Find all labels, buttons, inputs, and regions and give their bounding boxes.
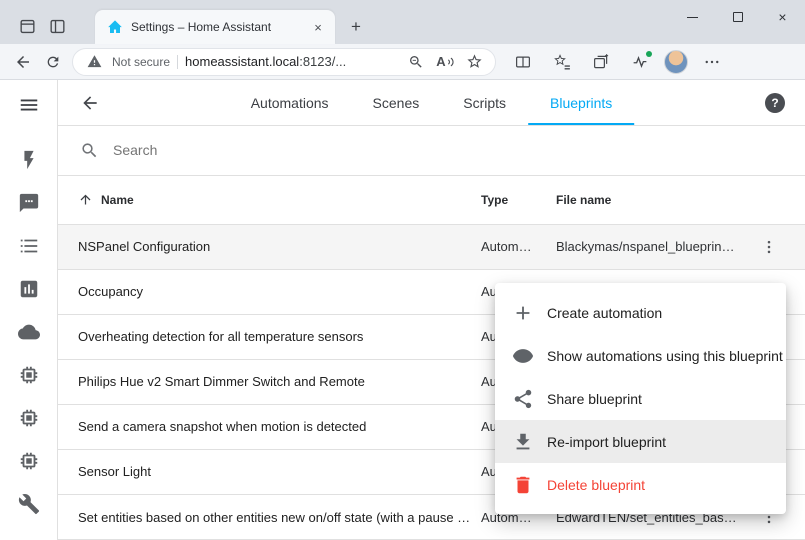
minimize-icon (687, 17, 698, 18)
sidebar-item-hub-2[interactable] (17, 406, 41, 430)
menu-item-delete-blueprint[interactable]: Delete blueprint (495, 463, 786, 506)
ha-back-icon[interactable] (78, 91, 102, 115)
browser-essentials-icon[interactable] (625, 48, 655, 76)
essentials-status-dot (646, 51, 652, 57)
back-icon[interactable] (8, 48, 38, 76)
plus-icon (511, 301, 535, 325)
window-close-button[interactable]: × (760, 0, 805, 34)
home-assistant-favicon (107, 19, 123, 35)
zoom-out-icon[interactable] (405, 51, 427, 73)
address-separator (177, 55, 178, 69)
maximize-icon (733, 12, 743, 22)
ha-sidebar (0, 80, 58, 540)
tab-close-icon[interactable]: × (309, 18, 327, 36)
navbar-right-icons (508, 48, 727, 76)
column-header-type[interactable]: Type (481, 193, 556, 207)
blueprint-context-menu: Create automation Show automations using… (495, 283, 786, 514)
menu-item-reimport-blueprint[interactable]: Re-import blueprint (495, 420, 786, 463)
browser-menu-icon[interactable] (697, 48, 727, 76)
window-maximize-button[interactable] (715, 0, 760, 34)
sidebar-item-history[interactable] (17, 277, 41, 301)
ha-tab-bar: Automations Scenes Scripts Blueprints (229, 80, 635, 125)
collections-icon[interactable] (586, 48, 616, 76)
new-tab-button[interactable]: + (343, 14, 369, 40)
sidebar-item-cloud[interactable] (17, 320, 41, 344)
window-minimize-button[interactable] (670, 0, 715, 34)
trash-icon (511, 473, 535, 497)
workspaces-icon[interactable] (12, 11, 42, 41)
window-controls: × (670, 0, 805, 34)
browser-titlebar: Settings – Home Assistant × + × (0, 0, 805, 44)
menu-item-show-automations[interactable]: Show automations using this blueprint (495, 334, 786, 377)
column-header-name[interactable]: Name (78, 192, 481, 207)
search-icon (80, 141, 99, 160)
row-overflow-menu-icon[interactable] (760, 238, 778, 256)
browser-tab[interactable]: Settings – Home Assistant × (95, 10, 335, 44)
not-secure-warning-icon (83, 51, 105, 73)
tab-scenes[interactable]: Scenes (351, 80, 442, 125)
tab-blueprints[interactable]: Blueprints (528, 80, 634, 125)
sidebar-item-energy[interactable] (17, 148, 41, 172)
ha-header: Automations Scenes Scripts Blueprints ? (58, 80, 805, 126)
tab-scripts[interactable]: Scripts (441, 80, 528, 125)
share-icon (511, 387, 535, 411)
sidebar-item-hub-3[interactable] (17, 449, 41, 473)
hamburger-menu-icon[interactable] (17, 93, 41, 117)
vertical-tabs-icon[interactable] (42, 11, 72, 41)
screen: Settings – Home Assistant × + × Not secu… (0, 0, 805, 540)
split-screen-icon[interactable] (508, 48, 538, 76)
menu-item-create-automation[interactable]: Create automation (495, 291, 786, 334)
sidebar-item-voice-assistant[interactable] (17, 191, 41, 215)
not-secure-label: Not secure (112, 55, 170, 69)
table-header: Name Type File name (58, 176, 805, 225)
sidebar-item-settings-wrench[interactable] (17, 492, 41, 516)
url-text: homeassistant.local:8123/... (185, 54, 398, 69)
browser-navbar: Not secure homeassistant.local:8123/... … (0, 44, 805, 80)
sidebar-item-todo-list[interactable] (17, 234, 41, 258)
import-icon (511, 430, 535, 454)
search-bar (58, 126, 805, 176)
help-button[interactable]: ? (765, 93, 785, 113)
tab-automations[interactable]: Automations (229, 80, 351, 125)
tab-title: Settings – Home Assistant (131, 20, 301, 34)
column-header-file[interactable]: File name (556, 193, 749, 207)
search-input[interactable] (113, 142, 413, 158)
menu-item-share-blueprint[interactable]: Share blueprint (495, 377, 786, 420)
refresh-icon[interactable] (38, 48, 68, 76)
read-aloud-icon[interactable]: A (434, 51, 456, 73)
address-bar[interactable]: Not secure homeassistant.local:8123/... … (72, 48, 496, 76)
favorites-icon[interactable] (547, 48, 577, 76)
eye-icon (511, 344, 535, 368)
sidebar-item-hub-1[interactable] (17, 363, 41, 387)
sort-ascending-icon (78, 192, 93, 207)
table-row[interactable]: NSPanel Configuration Autom… Blackymas/n… (58, 225, 805, 270)
profile-avatar[interactable] (664, 50, 688, 74)
favorite-star-icon[interactable] (463, 51, 485, 73)
